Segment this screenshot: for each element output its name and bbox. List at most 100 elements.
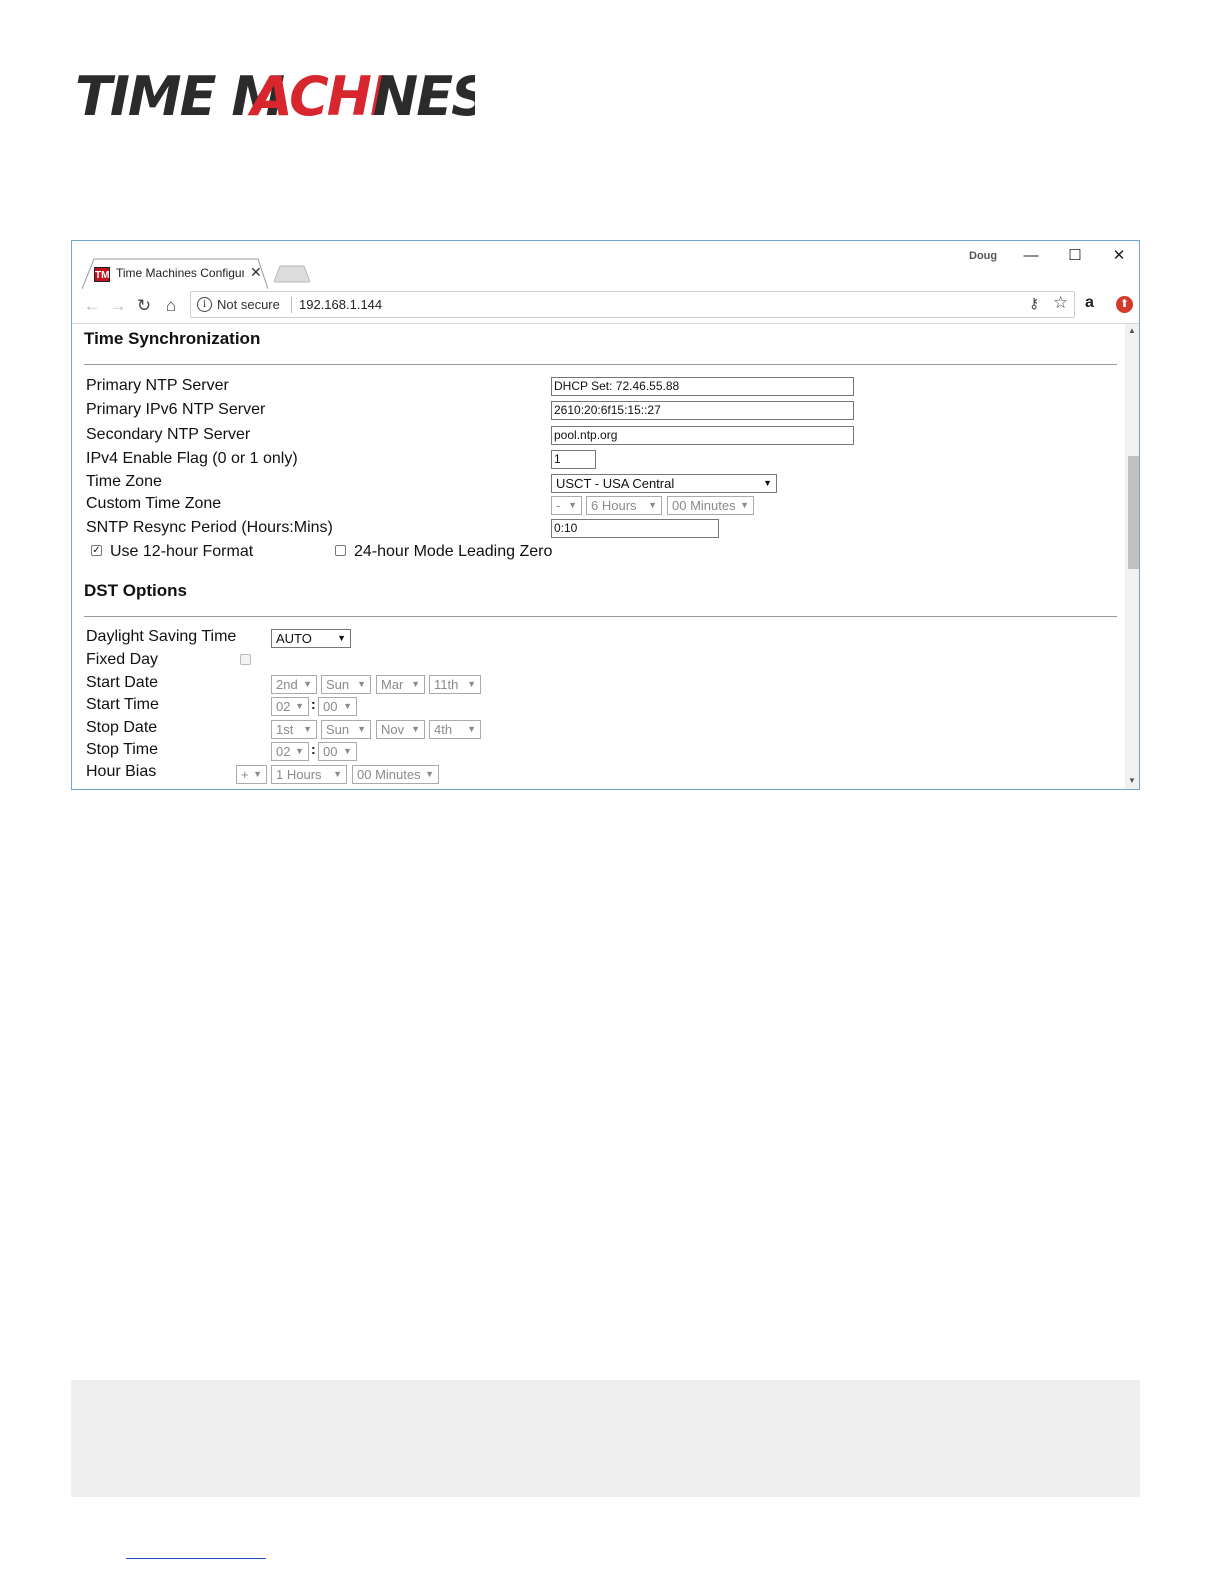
time-zone-value: USCT - USA Central	[556, 476, 675, 491]
hour-bias-sign-select[interactable]: + ▼	[236, 765, 267, 784]
chevron-down-icon: ▼	[357, 724, 366, 734]
daylight-saving-value: AUTO	[276, 631, 312, 646]
chevron-down-icon: ▼	[411, 724, 420, 734]
url-text[interactable]: 192.168.1.144	[299, 297, 382, 312]
hour-bias-sign-value: +	[241, 767, 249, 782]
custom-tz-minutes-value: 00 Minutes	[672, 498, 736, 513]
stop-month-value: Nov	[381, 722, 405, 737]
tab-title: Time Machines Configura	[116, 266, 244, 280]
amazon-icon[interactable]: a	[1085, 294, 1094, 312]
primary-ntp-label: Primary NTP Server	[86, 377, 229, 394]
time-separator: :	[311, 741, 316, 757]
tab-close-icon[interactable]: ✕	[250, 264, 262, 281]
start-time-label: Start Time	[86, 696, 159, 713]
forward-arrow-icon[interactable]: →	[106, 294, 130, 318]
hour-bias-minutes-select[interactable]: 00 Minutes ▼	[352, 765, 439, 784]
info-icon[interactable]: i	[197, 297, 212, 312]
stop-week-select[interactable]: 1st ▼	[271, 720, 317, 739]
browser-toolbar: ← → ↻ ⌂ i Not secure 192.168.1.144 ⚷ ☆	[72, 289, 1139, 324]
custom-tz-hours-value: 6 Hours	[591, 498, 637, 513]
chevron-down-icon: ▼	[357, 679, 366, 689]
secondary-ntp-input[interactable]: pool.ntp.org	[551, 426, 854, 445]
hour-bias-minutes-value: 00 Minutes	[357, 767, 421, 782]
grey-panel	[71, 1380, 1140, 1497]
leading-zero-label: 24-hour Mode Leading Zero	[354, 543, 553, 560]
start-day-select[interactable]: Sun ▼	[321, 675, 371, 694]
profile-button[interactable]: Doug	[969, 250, 997, 262]
leading-zero-checkbox[interactable]	[335, 545, 346, 556]
start-date-value: 11th	[434, 677, 459, 692]
scroll-up-icon[interactable]: ▲	[1128, 326, 1136, 335]
ipv4-enable-input[interactable]: 1	[551, 450, 596, 469]
resync-period-input[interactable]: 0:10	[551, 519, 719, 538]
start-date-label: Start Date	[86, 674, 159, 691]
stop-date-value: 4th	[434, 722, 453, 737]
vertical-scrollbar[interactable]: ▲ ▼	[1125, 324, 1139, 789]
start-minute-select[interactable]: 00 ▼	[318, 697, 357, 716]
use-12-hour-label: Use 12-hour Format	[110, 543, 254, 560]
chevron-down-icon: ▼	[333, 769, 342, 779]
time-zone-select[interactable]: USCT - USA Central ▼	[551, 474, 777, 493]
ipv4-enable-label: IPv4 Enable Flag (0 or 1 only)	[86, 450, 298, 467]
start-date-select[interactable]: 11th ▼	[429, 675, 481, 694]
chevron-down-icon: ▼	[343, 701, 352, 711]
daylight-saving-label: Daylight Saving Time	[86, 628, 237, 645]
fixed-day-checkbox[interactable]	[240, 654, 251, 665]
chevron-down-icon: ▼	[253, 769, 262, 779]
chevron-down-icon: ▼	[568, 500, 577, 510]
stop-month-select[interactable]: Nov ▼	[376, 720, 425, 739]
start-week-value: 2nd	[276, 677, 298, 692]
stop-minute-select[interactable]: 00 ▼	[318, 742, 357, 761]
stop-hour-value: 02	[276, 744, 291, 759]
maximize-button[interactable]: ☐	[1053, 243, 1097, 269]
chevron-down-icon: ▼	[648, 500, 657, 510]
hour-bias-label: Hour Bias	[86, 763, 157, 780]
home-icon[interactable]: ⌂	[159, 294, 183, 318]
new-tab-button[interactable]	[273, 265, 311, 283]
primary-ipv6-ntp-label: Primary IPv6 NTP Server	[86, 401, 266, 418]
minimize-button[interactable]: —	[1009, 243, 1053, 269]
stop-day-select[interactable]: Sun ▼	[321, 720, 371, 739]
stop-hour-select[interactable]: 02 ▼	[271, 742, 309, 761]
start-month-value: Mar	[381, 677, 404, 692]
browser-tab[interactable]: TM Time Machines Configura ✕	[82, 258, 268, 289]
close-window-button[interactable]: ✕	[1097, 243, 1139, 269]
stop-minute-value: 00	[323, 744, 338, 759]
stop-date-label: Stop Date	[86, 719, 158, 736]
hour-bias-hours-select[interactable]: 1 Hours ▼	[271, 765, 347, 784]
resync-period-label: SNTP Resync Period (Hours:Mins)	[86, 519, 333, 536]
daylight-saving-select[interactable]: AUTO ▼	[271, 629, 351, 648]
primary-ntp-input[interactable]: DHCP Set: 72.46.55.88	[551, 377, 854, 396]
primary-ipv6-ntp-input[interactable]: 2610:20:6f15:15::27	[551, 401, 854, 420]
back-arrow-icon[interactable]: ←	[80, 294, 104, 318]
key-icon[interactable]: ⚷	[1029, 295, 1039, 312]
chevron-down-icon: ▼	[467, 679, 476, 689]
security-label[interactable]: Not secure	[217, 297, 280, 312]
fixed-day-label: Fixed Day	[86, 651, 159, 668]
chevron-down-icon: ▼	[303, 724, 312, 734]
star-icon[interactable]: ☆	[1053, 293, 1068, 313]
custom-tz-sign-select[interactable]: - ▼	[551, 496, 582, 515]
hour-bias-hours-value: 1 Hours	[276, 767, 322, 782]
reload-icon[interactable]: ↻	[132, 294, 156, 318]
stop-date-select[interactable]: 4th ▼	[429, 720, 481, 739]
start-minute-value: 00	[323, 699, 338, 714]
section-divider	[84, 364, 1117, 365]
start-month-select[interactable]: Mar ▼	[376, 675, 425, 694]
footer-link-underline	[126, 1558, 266, 1559]
custom-tz-minutes-select[interactable]: 00 Minutes ▼	[667, 496, 754, 515]
chevron-down-icon: ▼	[425, 769, 434, 779]
start-week-select[interactable]: 2nd ▼	[271, 675, 317, 694]
custom-time-zone-label: Custom Time Zone	[86, 495, 222, 512]
address-bar[interactable]: i Not secure 192.168.1.144 ⚷ ☆	[190, 291, 1075, 318]
extension-icon[interactable]: ⬆	[1116, 296, 1133, 313]
time-separator: :	[311, 696, 316, 712]
use-12-hour-checkbox[interactable]: ✓	[91, 545, 102, 556]
chevron-down-icon: ▼	[343, 746, 352, 756]
start-hour-select[interactable]: 02 ▼	[271, 697, 309, 716]
scroll-thumb[interactable]	[1128, 456, 1139, 569]
secondary-ntp-label: Secondary NTP Server	[86, 426, 251, 443]
favicon-icon: TM	[94, 267, 110, 282]
custom-tz-hours-select[interactable]: 6 Hours ▼	[586, 496, 662, 515]
scroll-down-icon[interactable]: ▼	[1128, 776, 1136, 785]
